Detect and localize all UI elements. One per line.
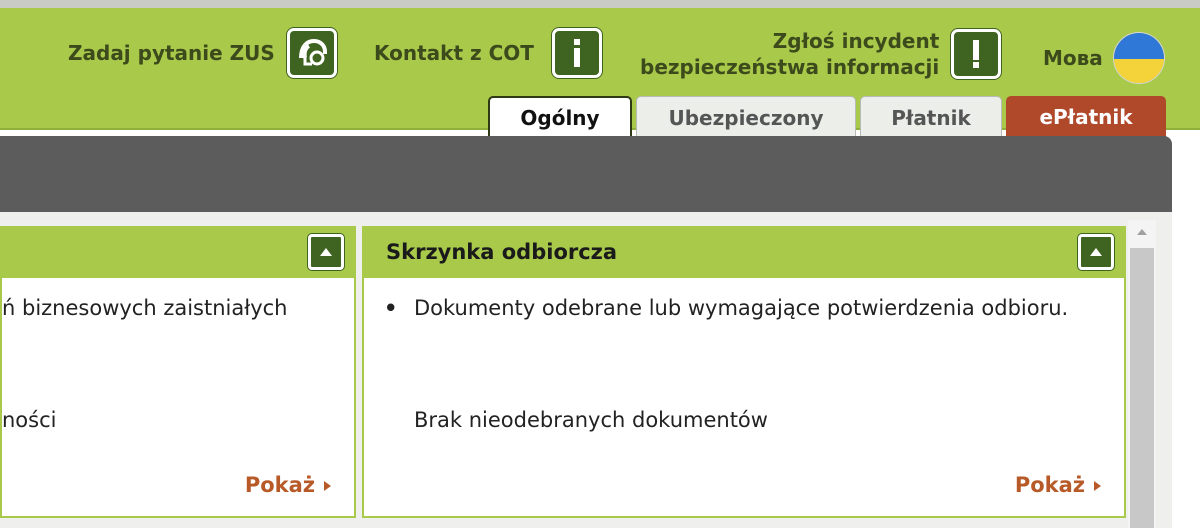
- inbox-bullet-text: Dokumenty odebrane lub wymagające potwie…: [414, 296, 1069, 320]
- scrollbar-thumb[interactable]: [1130, 248, 1154, 528]
- left-panel-text-line1: ń biznesowych zaistniałych: [2, 296, 288, 320]
- triangle-up-icon: [320, 248, 332, 256]
- info-icon[interactable]: [551, 28, 602, 78]
- ukraine-flag-icon[interactable]: [1112, 32, 1165, 84]
- section-header-bar: [0, 136, 1172, 212]
- report-incident-label-line2: bezpieczeństwa informacji: [640, 55, 940, 79]
- scroll-up-arrow-icon[interactable]: [1128, 220, 1156, 244]
- headset-icon[interactable]: [286, 28, 337, 78]
- report-incident-label: Zgłoś incydent bezpieczeństwa informacji: [640, 28, 939, 80]
- arrow-right-icon: [324, 480, 331, 491]
- bullet-dot: •: [384, 296, 398, 320]
- report-incident-label-line1: Zgłoś incydent: [772, 29, 940, 53]
- inbox-bullet-item: • Dokumenty odebrane lub wymagające potw…: [384, 292, 1104, 325]
- language-switch-link[interactable]: Мова: [1043, 32, 1165, 84]
- browser-top-strip: [0, 0, 1200, 8]
- inbox-panel-collapse-button[interactable]: [1078, 234, 1114, 270]
- left-panel-text-line2: ności: [2, 408, 57, 432]
- left-show-label: Pokaż: [244, 473, 315, 497]
- flag-blue-half: [1113, 33, 1164, 59]
- tab-ubezpieczony[interactable]: Ubezpieczony: [636, 96, 856, 138]
- report-incident-link[interactable]: Zgłoś incydent bezpieczeństwa informacji: [640, 28, 1002, 80]
- tab-ogolny[interactable]: Ogólny: [488, 96, 632, 138]
- inbox-panel-header: Skrzynka odbiorcza: [364, 226, 1124, 278]
- left-panel-header: [2, 226, 354, 278]
- triangle-up-icon: [1090, 248, 1102, 256]
- ask-zus-label: Zadaj pytanie ZUS: [68, 41, 275, 65]
- language-label: Мова: [1043, 46, 1103, 70]
- arrow-right-icon: [1094, 480, 1101, 491]
- inbox-panel-body: • Dokumenty odebrane lub wymagające potw…: [364, 278, 1124, 516]
- tab-platnik[interactable]: Płatnik: [860, 96, 1002, 138]
- left-panel: ń biznesowych zaistniałych ności Pokaż: [0, 226, 356, 518]
- inbox-show-link[interactable]: Pokaż: [1015, 469, 1102, 502]
- tab-eplatnik[interactable]: ePłatnik: [1006, 96, 1166, 138]
- left-panel-collapse-button[interactable]: [308, 234, 344, 270]
- vertical-scrollbar[interactable]: [1128, 220, 1156, 528]
- site-header: Zadaj pytanie ZUS Kontakt z COT Zgłoś in…: [0, 8, 1200, 138]
- inbox-panel: Skrzynka odbiorcza • Dokumenty odebrane …: [362, 226, 1126, 518]
- contact-cot-label: Kontakt z COT: [374, 41, 534, 65]
- left-panel-body: ń biznesowych zaistniałych ności Pokaż: [2, 278, 354, 516]
- ask-zus-link[interactable]: Zadaj pytanie ZUS: [68, 28, 337, 78]
- main-tabs: Ogólny Ubezpieczony Płatnik ePłatnik: [488, 96, 1166, 138]
- inbox-empty-text: Brak nieodebranych dokumentów: [414, 408, 768, 432]
- left-show-link[interactable]: Pokaż: [245, 469, 332, 502]
- contact-cot-link[interactable]: Kontakt z COT: [374, 28, 602, 78]
- exclamation-icon[interactable]: [951, 29, 1002, 79]
- inbox-panel-title: Skrzynka odbiorcza: [386, 240, 618, 264]
- flag-yellow-half: [1113, 59, 1164, 83]
- inbox-show-label: Pokaż: [1014, 473, 1085, 497]
